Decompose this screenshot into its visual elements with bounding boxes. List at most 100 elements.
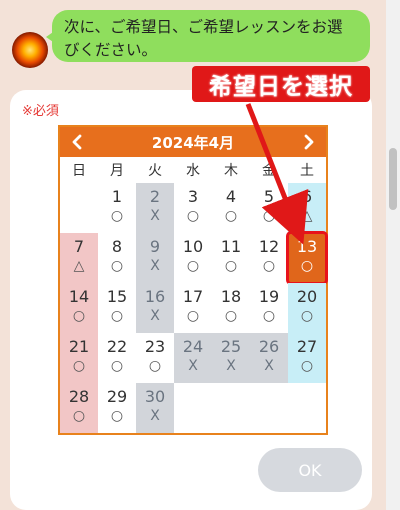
- calendar-day-2: 2X: [136, 183, 174, 233]
- calendar-day-7[interactable]: 7 △: [60, 233, 98, 283]
- calendar-empty-cell: [250, 383, 288, 433]
- calendar-day-11[interactable]: 11 ○: [212, 233, 250, 283]
- calendar-empty-cell: [212, 383, 250, 433]
- availability-mark: △: [301, 208, 313, 224]
- scrollbar-thumb[interactable]: [389, 148, 397, 210]
- day-number: 28: [68, 387, 90, 406]
- availability-mark: ○: [110, 208, 124, 224]
- prev-month-button[interactable]: [62, 127, 92, 157]
- availability-mark: ○: [300, 308, 314, 324]
- day-number: 18: [220, 287, 242, 306]
- availability-mark: ○: [224, 258, 238, 274]
- calendar-day-23[interactable]: 23 ○: [136, 333, 174, 383]
- next-month-button[interactable]: [294, 127, 324, 157]
- calendar-day-24: 24 X: [174, 333, 212, 383]
- calendar-empty-cell: [174, 383, 212, 433]
- calendar-day-16: 16 X: [136, 283, 174, 333]
- calendar-day-4[interactable]: 4 ○: [212, 183, 250, 233]
- day-number: 9: [149, 237, 161, 256]
- calendar-day-8[interactable]: 8 ○: [98, 233, 136, 283]
- calendar-day-21[interactable]: 21 ○: [60, 333, 98, 383]
- calendar-day-15[interactable]: 15 ○: [98, 283, 136, 333]
- chevron-right-icon: [304, 134, 314, 150]
- day-number: 26: [258, 337, 280, 356]
- availability-mark: ○: [110, 358, 124, 374]
- availability-mark: X: [264, 358, 274, 374]
- calendar-day-3[interactable]: 3 ○: [174, 183, 212, 233]
- day-number: 6: [301, 187, 313, 206]
- bot-avatar: [12, 32, 48, 68]
- day-number: 25: [220, 337, 242, 356]
- day-number: 16: [144, 287, 166, 306]
- availability-mark: ○: [110, 258, 124, 274]
- calendar-day-19[interactable]: 19 ○: [250, 283, 288, 333]
- day-number: 13: [296, 237, 318, 256]
- day-number: 20: [296, 287, 318, 306]
- availability-mark: ○: [262, 308, 276, 324]
- day-number: 5: [263, 187, 275, 206]
- availability-mark: ○: [300, 258, 314, 274]
- day-number: 21: [68, 337, 90, 356]
- day-number: 3: [187, 187, 199, 206]
- calendar: 2024年4月 日 月 火 水 木 金 土 1 ○ 2 X 3 ○ 4 ○ 5 ○ 6 △ 7 △ 8 ○ 9 X…: [58, 125, 328, 435]
- calendar-day-22[interactable]: 22 ○: [98, 333, 136, 383]
- weekday-mon: 月: [110, 163, 124, 179]
- availability-mark: X: [150, 258, 160, 274]
- availability-mark: X: [150, 208, 160, 224]
- availability-mark: X: [188, 358, 198, 374]
- availability-mark: △: [73, 258, 85, 274]
- day-number: 10: [182, 237, 204, 256]
- month-label: 2024年4月: [151, 133, 235, 152]
- day-number: 7: [73, 237, 85, 256]
- chevron-left-icon: [72, 134, 82, 150]
- day-number: 19: [258, 287, 280, 306]
- day-number: 29: [106, 387, 128, 406]
- annotation-text: 希望日を選択: [209, 74, 353, 100]
- availability-mark: X: [150, 408, 160, 424]
- calendar-day-1[interactable]: 1 ○: [98, 183, 136, 233]
- calendar-day-18[interactable]: 18 ○: [212, 283, 250, 333]
- availability-mark: ○: [186, 208, 200, 224]
- availability-mark: ○: [72, 308, 86, 324]
- weekday-tue: 火: [148, 163, 162, 179]
- availability-mark: X: [226, 358, 236, 374]
- availability-mark: ○: [72, 408, 86, 424]
- calendar-day-5[interactable]: 5 ○: [250, 183, 288, 233]
- scrollbar-track[interactable]: [386, 0, 400, 510]
- availability-mark: ○: [148, 358, 162, 374]
- availability-mark: ○: [224, 208, 238, 224]
- day-number: 22: [106, 337, 128, 356]
- day-number: 24: [182, 337, 204, 356]
- availability-mark: ○: [262, 208, 276, 224]
- availability-mark: ○: [110, 308, 124, 324]
- calendar-day-17[interactable]: 17 ○: [174, 283, 212, 333]
- calendar-day-29[interactable]: 29 ○: [98, 383, 136, 433]
- calendar-day-9: 9X: [136, 233, 174, 283]
- calendar-day-10[interactable]: 10 ○: [174, 233, 212, 283]
- day-number: 12: [258, 237, 280, 256]
- day-number: 17: [182, 287, 204, 306]
- weekday-sat: 土: [300, 163, 314, 179]
- ok-button[interactable]: OK: [258, 448, 362, 492]
- availability-mark: X: [150, 308, 160, 324]
- day-number: 2: [149, 187, 161, 206]
- weekday-wed: 水: [186, 163, 200, 179]
- calendar-day-20[interactable]: 20 ○: [288, 283, 326, 333]
- calendar-day-26: 26 X: [250, 333, 288, 383]
- calendar-day-14[interactable]: 14 ○: [60, 283, 98, 333]
- day-number: 4: [225, 187, 237, 206]
- availability-mark: ○: [186, 258, 200, 274]
- day-number: 30: [144, 387, 166, 406]
- calendar-day-12[interactable]: 12 ○: [250, 233, 288, 283]
- day-number: 14: [68, 287, 90, 306]
- calendar-day-25: 25 X: [212, 333, 250, 383]
- weekday-row: 日 月 火 水 木 金 土: [60, 157, 326, 183]
- calendar-day-27[interactable]: 27 ○: [288, 333, 326, 383]
- calendar-day-13[interactable]: 13 ○: [286, 231, 328, 285]
- chat-message: 次に、ご希望日、ご希望レッスンをお選びください。: [52, 10, 370, 62]
- day-number: 27: [296, 337, 318, 356]
- annotation-callout: 希望日を選択: [192, 66, 370, 102]
- day-number: 23: [144, 337, 166, 356]
- calendar-day-28[interactable]: 28 ○: [60, 383, 98, 433]
- calendar-day-6[interactable]: 6 △: [288, 183, 326, 233]
